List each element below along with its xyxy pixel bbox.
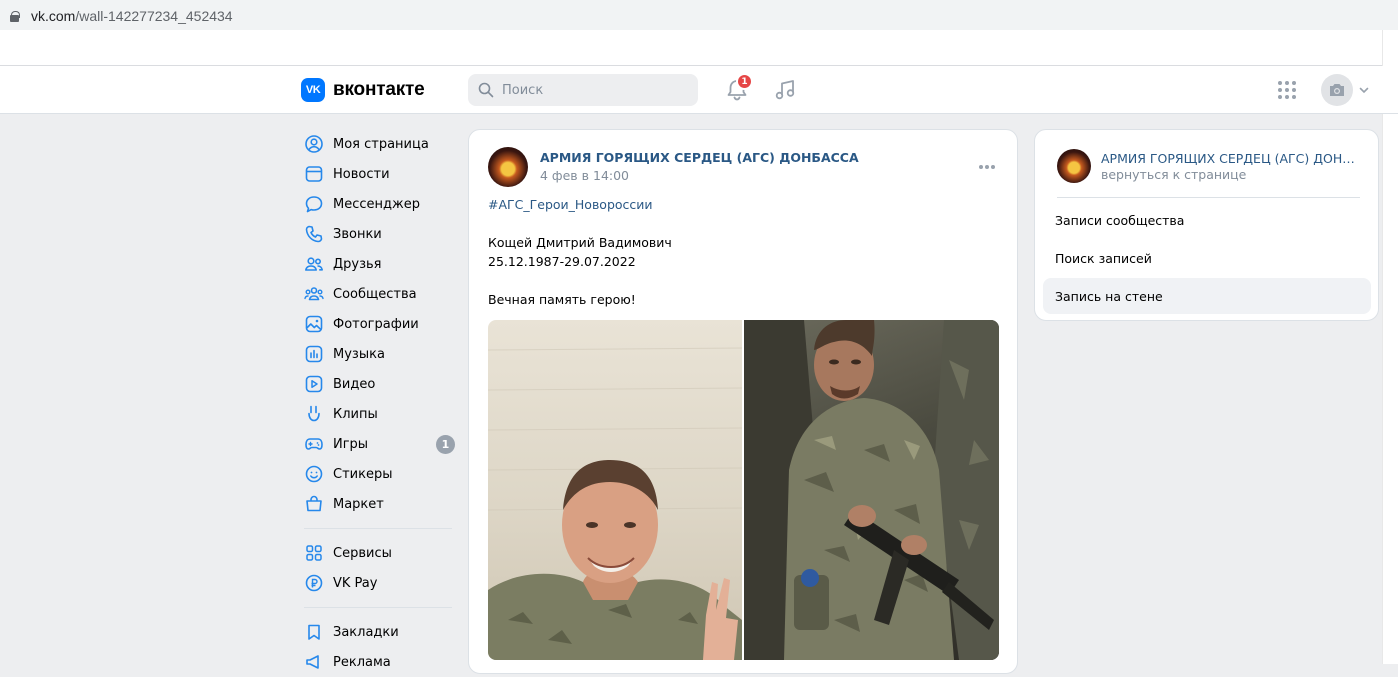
wall-post: АРМИЯ ГОРЯЩИХ СЕРДЕЦ (АГС) ДОНБАССА 4 фе…	[468, 129, 1018, 674]
right-panel: АРМИЯ ГОРЯЩИХ СЕРДЕЦ (АГС) ДОНБАССА верн…	[1034, 129, 1379, 321]
stickers-icon	[304, 464, 324, 484]
sidebar-item-label: Друзья	[333, 256, 382, 272]
music-icon[interactable]	[772, 77, 798, 103]
post-line-memorial: Вечная память герою!	[488, 292, 636, 307]
sidebar-item-label: Стикеры	[333, 466, 393, 482]
vk-logo-icon: VK	[301, 78, 325, 102]
vk-logo-text: вконтакте	[333, 79, 425, 100]
market-icon	[304, 494, 324, 514]
more-options-icon[interactable]	[977, 157, 997, 177]
services-icon	[304, 543, 324, 563]
message-icon	[304, 194, 324, 214]
photo-portrait[interactable]	[488, 320, 742, 660]
community-avatar[interactable]	[488, 147, 528, 187]
avatar[interactable]	[1321, 74, 1353, 106]
back-to-page-link[interactable]: вернуться к странице	[1101, 167, 1246, 182]
photo-attachments	[488, 320, 999, 660]
url-field[interactable]: vk.com/wall-142277234_452434	[0, 4, 1398, 28]
sidebar-item-label: Игры	[333, 436, 369, 452]
sidebar-item-label: Реклама	[333, 654, 391, 670]
sidebar-item-news[interactable]: Новости	[300, 159, 460, 189]
sidebar-item-label: Закладки	[333, 624, 399, 640]
post-line-dates: 25.12.1987-29.07.2022	[488, 254, 636, 269]
sidebar-item-calls[interactable]: Звонки	[300, 219, 460, 249]
scrollbar[interactable]	[1382, 30, 1398, 664]
games-badge: 1	[436, 435, 455, 454]
user-circle-icon	[304, 134, 324, 154]
sidebar-item-bookmarks[interactable]: Закладки	[300, 617, 460, 647]
community-name-link[interactable]: АРМИЯ ГОРЯЩИХ СЕРДЕЦ (АГС) ДОНБАССА	[1101, 151, 1363, 166]
sidebar-item-label: Звонки	[333, 226, 382, 242]
communities-icon	[304, 284, 324, 304]
apps-grid-icon[interactable]	[1277, 80, 1297, 100]
post-date[interactable]: 4 фев в 14:00	[540, 168, 629, 183]
bookmark-icon	[304, 622, 324, 642]
post-text: #АГС_Герои_Новороссии Кощей Дмитрий Вади…	[488, 195, 998, 309]
sidebar-item-services[interactable]: Сервисы	[300, 538, 460, 568]
url-text[interactable]: vk.com/wall-142277234_452434	[31, 8, 233, 24]
photo-icon	[304, 314, 324, 334]
post-hashtag[interactable]: #АГС_Герои_Новороссии	[488, 195, 998, 214]
sidebar-item-photos[interactable]: Фотографии	[300, 309, 460, 339]
sidebar-item-label: Маркет	[333, 496, 384, 512]
sidebar-item-vkpay[interactable]: VK Pay	[300, 568, 460, 598]
left-sidebar: Моя страница Новости Мессенджер Звонки Д…	[300, 129, 460, 677]
sidebar-item-clips[interactable]: Клипы	[300, 399, 460, 429]
menu-item-search-posts[interactable]: Поиск записей	[1043, 240, 1371, 276]
sidebar-item-label: Фотографии	[333, 316, 419, 332]
sidebar-item-label: Сообщества	[333, 286, 417, 302]
friends-icon	[304, 254, 324, 274]
vkpay-icon	[304, 573, 324, 593]
sidebar-item-video[interactable]: Видео	[300, 369, 460, 399]
sidebar-item-label: Новости	[333, 166, 390, 182]
sidebar-item-stickers[interactable]: Стикеры	[300, 459, 460, 489]
lock-icon	[10, 11, 20, 22]
camera-icon	[1330, 84, 1344, 96]
ads-icon	[304, 652, 324, 672]
sidebar-item-label: Клипы	[333, 406, 378, 422]
sidebar-divider	[304, 607, 452, 608]
sidebar-divider	[304, 528, 452, 529]
chevron-down-icon[interactable]	[1359, 86, 1369, 94]
sidebar-item-ads[interactable]: Реклама	[300, 647, 460, 677]
photo-soldier[interactable]	[744, 320, 999, 660]
sidebar-item-label: Сервисы	[333, 545, 392, 561]
clips-icon	[304, 404, 324, 424]
browser-toolbar-area	[0, 30, 1398, 66]
sidebar-item-communities[interactable]: Сообщества	[300, 279, 460, 309]
sidebar-item-messenger[interactable]: Мессенджер	[300, 189, 460, 219]
community-avatar[interactable]	[1057, 149, 1091, 183]
phone-icon	[304, 224, 324, 244]
sidebar-item-label: Видео	[333, 376, 376, 392]
news-icon	[304, 164, 324, 184]
browser-address-bar: vk.com/wall-142277234_452434	[0, 0, 1398, 30]
search-icon	[478, 82, 494, 98]
notification-badge: 1	[736, 73, 753, 90]
sidebar-item-label: VK Pay	[333, 575, 378, 591]
post-line-name: Кощей Дмитрий Вадимович	[488, 235, 672, 250]
sidebar-item-label: Музыка	[333, 346, 385, 362]
sidebar-item-games[interactable]: Игры 1	[300, 429, 460, 459]
sidebar-item-my-page[interactable]: Моя страница	[300, 129, 460, 159]
search-input[interactable]	[502, 82, 682, 98]
site-header: VK вконтакте 1	[0, 66, 1398, 114]
panel-divider	[1057, 197, 1360, 198]
profile-menu[interactable]	[1321, 74, 1369, 106]
vk-logo[interactable]: VK вконтакте	[301, 78, 425, 102]
sidebar-item-label: Мессенджер	[333, 196, 420, 212]
sidebar-item-friends[interactable]: Друзья	[300, 249, 460, 279]
menu-item-community-posts[interactable]: Записи сообщества	[1043, 202, 1371, 238]
post-author[interactable]: АРМИЯ ГОРЯЩИХ СЕРДЕЦ (АГС) ДОНБАССА	[540, 150, 859, 165]
search-box[interactable]	[468, 74, 698, 106]
music-icon	[304, 344, 324, 364]
sidebar-item-label: Моя страница	[333, 136, 429, 152]
sidebar-item-music[interactable]: Музыка	[300, 339, 460, 369]
games-icon	[304, 434, 324, 454]
menu-item-wall-post[interactable]: Запись на стене	[1043, 278, 1371, 314]
video-icon	[304, 374, 324, 394]
sidebar-item-market[interactable]: Маркет	[300, 489, 460, 519]
